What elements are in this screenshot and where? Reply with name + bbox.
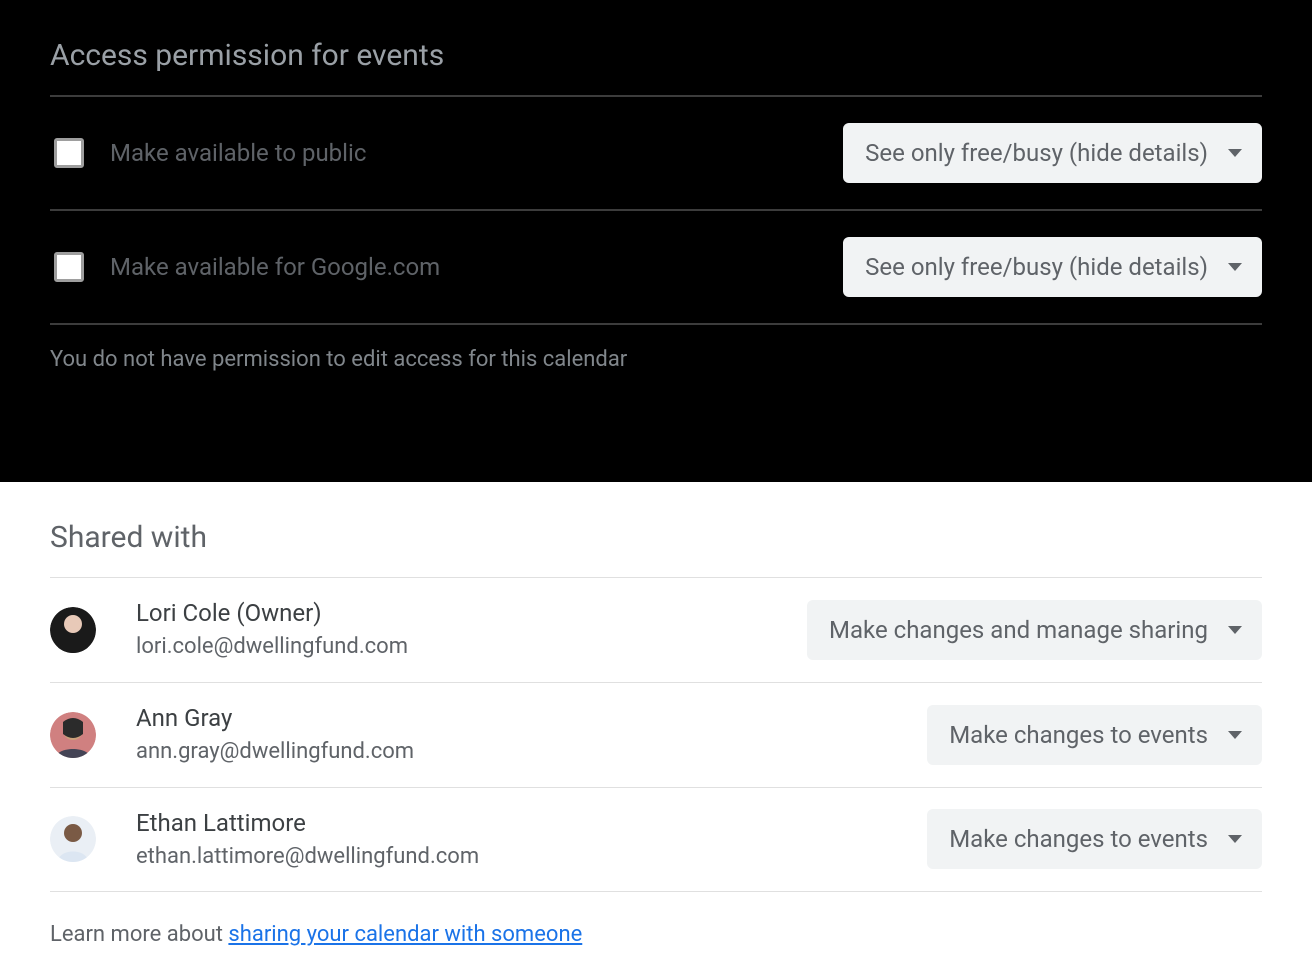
user-name: Ethan Lattimore xyxy=(136,808,479,839)
learn-prefix: Learn more about xyxy=(50,922,228,947)
access-permission-section: Access permission for events Make availa… xyxy=(0,0,1312,482)
shared-with-section: Shared with Lori Cole (Owner) lori.cole@… xyxy=(0,482,1312,977)
chevron-down-icon xyxy=(1228,731,1242,739)
avatar xyxy=(50,816,96,862)
user-email: lori.cole@dwellingfund.com xyxy=(136,633,408,662)
access-title: Access permission for events xyxy=(50,38,1262,73)
public-label: Make available to public xyxy=(110,139,366,167)
user-email: ann.gray@dwellingfund.com xyxy=(136,738,414,767)
dropdown-value: See only free/busy (hide details) xyxy=(865,139,1208,167)
user-name: Ann Gray xyxy=(136,703,414,734)
divider xyxy=(50,891,1262,892)
org-checkbox[interactable] xyxy=(54,252,84,282)
org-permission-dropdown[interactable]: See only free/busy (hide details) xyxy=(843,237,1262,297)
public-checkbox[interactable] xyxy=(54,138,84,168)
dropdown-value: Make changes to events xyxy=(949,721,1208,749)
user-permission-dropdown[interactable]: Make changes to events xyxy=(927,705,1262,765)
access-option-row: Make available to public See only free/b… xyxy=(50,97,1262,209)
chevron-down-icon xyxy=(1228,149,1242,157)
dropdown-value: Make changes and manage sharing xyxy=(829,616,1208,644)
chevron-down-icon xyxy=(1228,835,1242,843)
dropdown-value: Make changes to events xyxy=(949,825,1208,853)
divider xyxy=(50,323,1262,325)
user-permission-dropdown[interactable]: Make changes and manage sharing xyxy=(807,600,1262,660)
avatar xyxy=(50,607,96,653)
chevron-down-icon xyxy=(1228,263,1242,271)
org-label: Make available for Google.com xyxy=(110,253,440,281)
shared-user-row: Ethan Lattimore ethan.lattimore@dwelling… xyxy=(50,788,1262,892)
shared-title: Shared with xyxy=(50,520,1262,555)
user-email: ethan.lattimore@dwellingfund.com xyxy=(136,843,479,872)
avatar xyxy=(50,712,96,758)
access-option-row: Make available for Google.com See only f… xyxy=(50,211,1262,323)
dropdown-value: See only free/busy (hide details) xyxy=(865,253,1208,281)
shared-user-row: Lori Cole (Owner) lori.cole@dwellingfund… xyxy=(50,578,1262,682)
learn-link[interactable]: sharing your calendar with someone xyxy=(228,922,582,947)
public-permission-dropdown[interactable]: See only free/busy (hide details) xyxy=(843,123,1262,183)
shared-user-row: Ann Gray ann.gray@dwellingfund.com Make … xyxy=(50,683,1262,787)
permission-note: You do not have permission to edit acces… xyxy=(50,347,1262,372)
user-name: Lori Cole (Owner) xyxy=(136,598,408,629)
user-permission-dropdown[interactable]: Make changes to events xyxy=(927,809,1262,869)
learn-more: Learn more about sharing your calendar w… xyxy=(50,922,1262,947)
chevron-down-icon xyxy=(1228,626,1242,634)
